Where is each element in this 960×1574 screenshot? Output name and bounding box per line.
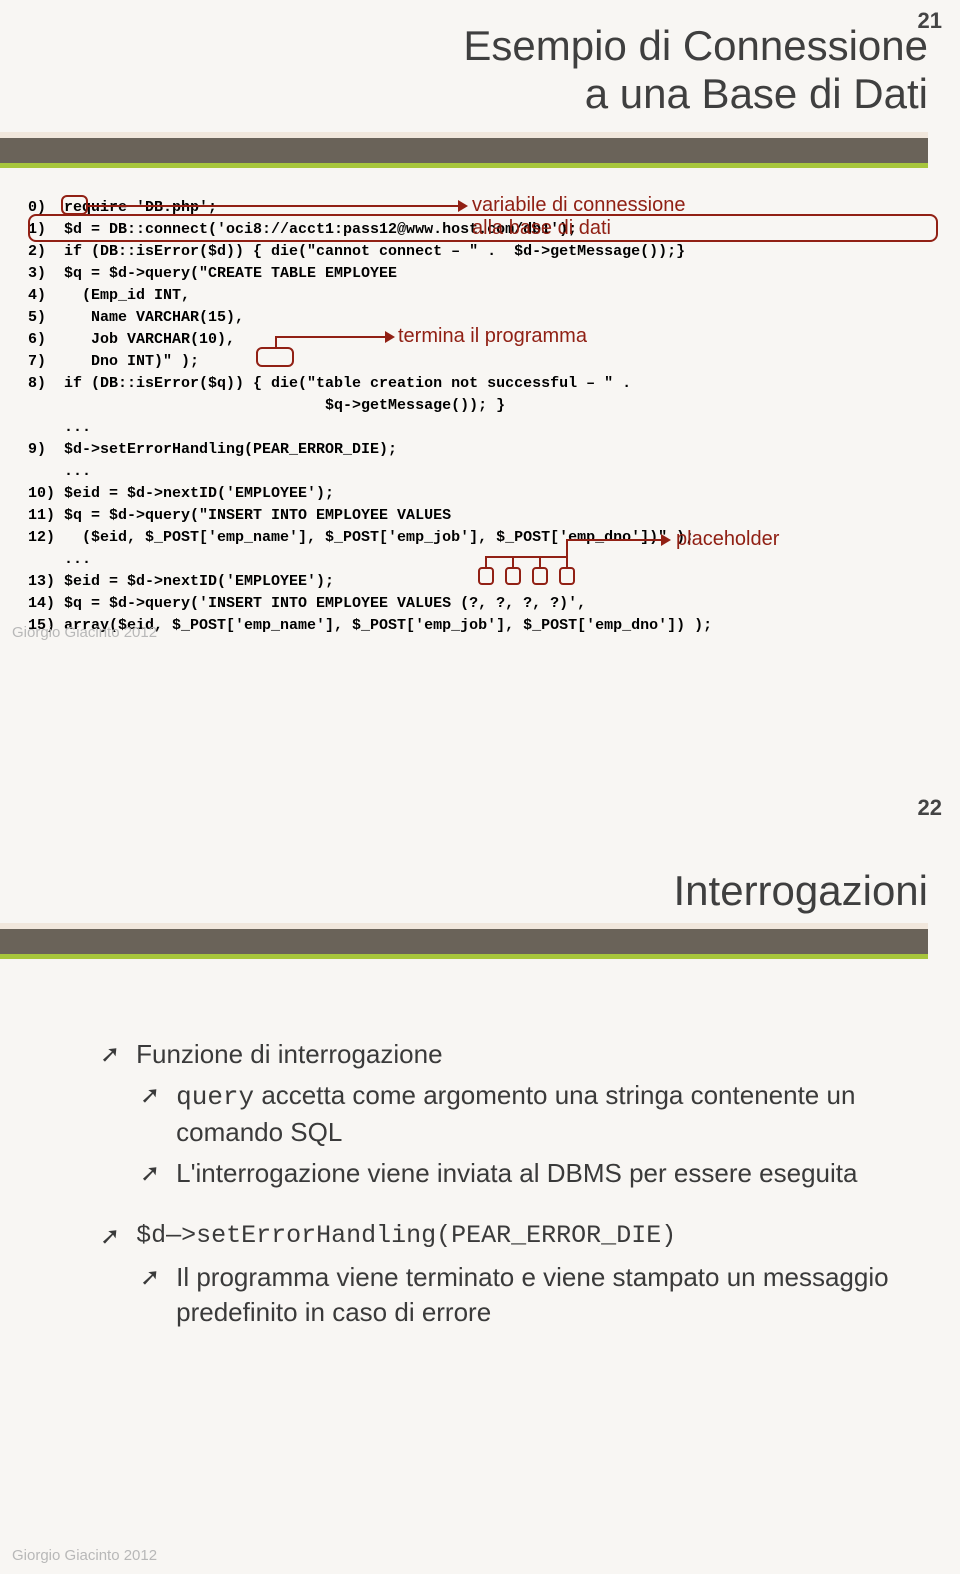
bullet-1: ➚ Funzione di interrogazione — [100, 1037, 900, 1072]
code-line-10: 10) $eid = $d->nextID('EMPLOYEE'); — [28, 485, 334, 502]
bullet-2-1: ➚ Il programma viene terminato e viene s… — [140, 1260, 900, 1330]
code-line-6: 6) Job VARCHAR(10), — [28, 331, 235, 348]
annotation-connector-die-h — [275, 336, 385, 338]
code-line-13: 13) $eid = $d->nextID('EMPLOYEE'); — [28, 573, 334, 590]
annotation-connector-ph-v — [566, 541, 568, 558]
annotation-box-q2 — [505, 567, 521, 585]
annotation-tick-2 — [512, 558, 514, 567]
bullet-2-1-text: Il programma viene terminato e viene sta… — [176, 1260, 900, 1330]
bullet-1-2: ➚ L'interrogazione viene inviata al DBMS… — [140, 1156, 900, 1191]
slide-2: 22 Interrogazioni ➚ Funzione di interrog… — [0, 787, 960, 1574]
slide-footer: Giorgio Giacinto 2012 — [12, 624, 157, 641]
page-number: 22 — [918, 795, 942, 821]
slide-title: Esempio di Connessione a una Base di Dat… — [463, 22, 928, 119]
bullet-1-1-code: query — [176, 1082, 254, 1112]
bullet-list: ➚ Funzione di interrogazione ➚ query acc… — [100, 1037, 900, 1336]
arrow-up-right-icon: ➚ — [100, 1219, 120, 1253]
slide-title: Interrogazioni — [674, 867, 928, 915]
bullet-1-text: Funzione di interrogazione — [136, 1037, 900, 1072]
annotation-label-placeholder: placeholder — [676, 528, 779, 551]
bullet-1-2-text: L'interrogazione viene inviata al DBMS p… — [176, 1156, 900, 1191]
annotation-box-die — [256, 347, 294, 367]
title-bar-green — [0, 163, 928, 168]
code-line-12: 12) ($eid, $_POST['emp_name'], $_POST['e… — [28, 529, 694, 546]
code-line-9: 9) $d->setErrorHandling(PEAR_ERROR_DIE); — [28, 441, 397, 458]
annotation-connector-ph-bar — [485, 556, 568, 558]
annotation-connector-ph-h — [566, 539, 661, 541]
title-line-2: a una Base di Dati — [463, 70, 928, 118]
title-bar-green — [0, 954, 928, 959]
code-line-5: 5) Name VARCHAR(15), — [28, 309, 244, 326]
arrow-right-icon — [661, 534, 671, 546]
annotation-box-q3 — [532, 567, 548, 585]
code-line-10d: ... — [28, 463, 91, 480]
annotation-box-q1 — [478, 567, 494, 585]
bullet-2: ➚ $d—>setErrorHandling(PEAR_ERROR_DIE) — [100, 1219, 900, 1253]
annotation-tick-3 — [539, 558, 541, 567]
annotation-label-die: termina il programma — [398, 325, 587, 348]
code-block: 0) require 'DB.php'; 1) $d = DB::connect… — [28, 175, 940, 659]
bullet-1-1: ➚ query accetta come argomento una strin… — [140, 1078, 900, 1150]
title-bar-dark — [0, 138, 928, 163]
arrow-right-icon — [385, 331, 395, 343]
annotation-box-q4 — [559, 567, 575, 585]
code-line-7: 7) Dno INT)" ); — [28, 353, 199, 370]
bullet-1-1-text: query accetta come argomento una stringa… — [176, 1078, 900, 1150]
arrow-right-icon — [458, 200, 468, 212]
spacer — [100, 1197, 900, 1219]
bullet-1-1-rest: accetta come argomento una stringa conte… — [176, 1080, 855, 1147]
bullet-2-code: $d—>setErrorHandling(PEAR_ERROR_DIE) — [136, 1219, 900, 1253]
annotation-tick-1 — [485, 558, 487, 567]
title-bar-dark — [0, 929, 928, 954]
code-line-13d: ... — [28, 551, 91, 568]
code-line-11: 11) $q = $d->query("INSERT INTO EMPLOYEE… — [28, 507, 451, 524]
code-line-3: 3) $q = $d->query("CREATE TABLE EMPLOYEE — [28, 265, 397, 282]
code-line-14: 14) $q = $d->query('INSERT INTO EMPLOYEE… — [28, 595, 586, 612]
arrow-up-right-icon: ➚ — [140, 1156, 160, 1191]
arrow-up-right-icon: ➚ — [140, 1260, 160, 1330]
annotation-label-var: variabile di connessione alla base di da… — [472, 194, 685, 240]
annotation-connector-var-h — [88, 205, 458, 207]
annotation-connector-die-v — [275, 338, 277, 347]
title-line-1: Esempio di Connessione — [463, 22, 928, 70]
arrow-up-right-icon: ➚ — [140, 1078, 160, 1150]
slide-1: 21 Esempio di Connessione a una Base di … — [0, 0, 960, 787]
code-line-9d: ... — [28, 419, 91, 436]
slide-footer: Giorgio Giacinto 2012 — [12, 1547, 157, 1564]
annotation-tick-4 — [566, 558, 568, 567]
code-line-4: 4) (Emp_id INT, — [28, 287, 190, 304]
code-line-8b: $q->getMessage()); } — [28, 397, 505, 414]
code-line-2: 2) if (DB::isError($d)) { die("cannot co… — [28, 243, 685, 260]
title-line-1: Interrogazioni — [674, 867, 928, 915]
arrow-up-right-icon: ➚ — [100, 1037, 120, 1072]
code-line-8: 8) if (DB::isError($q)) { die("table cre… — [28, 375, 631, 392]
annotation-box-var — [61, 195, 88, 215]
